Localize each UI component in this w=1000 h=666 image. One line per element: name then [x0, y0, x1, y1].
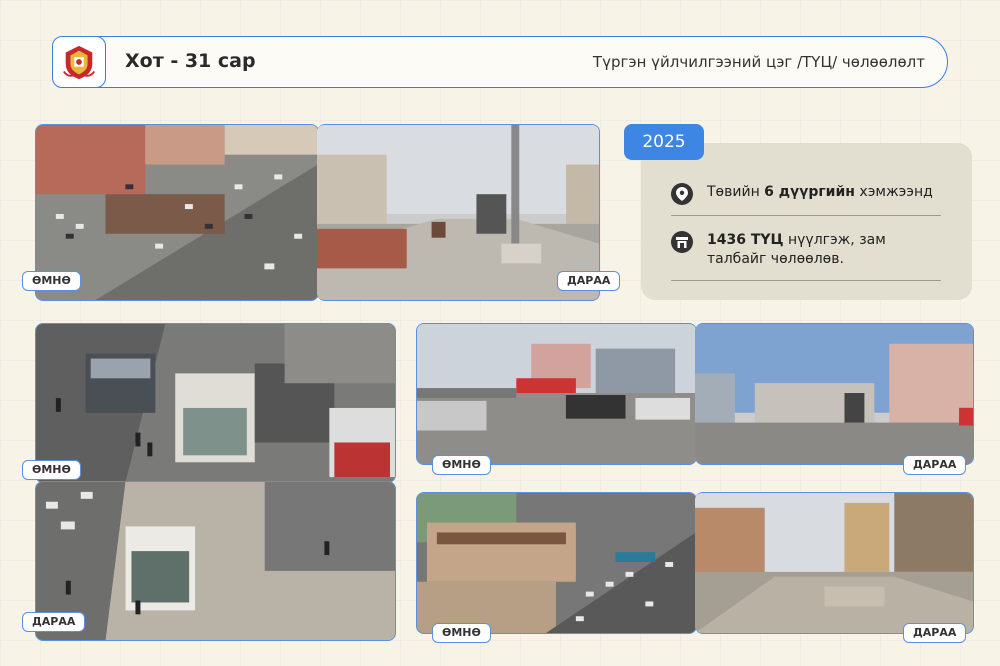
photo-before-4 [416, 492, 697, 634]
label-before-1: ӨМНӨ [22, 271, 81, 291]
label-after-3: ДАРАА [903, 455, 967, 475]
year-badge: 2025 [624, 124, 704, 160]
label-before-2: ӨМНӨ [22, 460, 81, 480]
header-bar: Хот - 31 сар Түргэн үйлчилгээний цэг /ТҮ… [52, 36, 948, 88]
photo-after-4 [695, 492, 974, 634]
label-after-1: ДАРАА [557, 271, 621, 291]
label-after-4: ДАРАА [903, 623, 967, 643]
label-before-4: ӨМНӨ [432, 623, 491, 643]
location-pin-icon [671, 183, 693, 205]
photo-before-3 [416, 323, 697, 465]
divider [671, 280, 941, 281]
photo-after-2 [35, 481, 396, 641]
label-after-2: ДАРАА [22, 612, 86, 632]
city-emblem-icon [52, 36, 106, 88]
divider [671, 215, 941, 216]
info-item-districts: Төвийн 6 дүүргийн хэмжээнд [671, 183, 933, 205]
label-before-3: ӨМНӨ [432, 455, 491, 475]
page-title: Хот - 31 сар [125, 50, 256, 72]
info-item-kiosks: 1436 ТҮЦ нүүлгэж, зам талбайг чөлөөлөв. [671, 231, 937, 269]
photo-before-2 [35, 323, 396, 483]
page-subtitle: Түргэн үйлчилгээний цэг /ТҮЦ/ чөлөөлөлт [592, 53, 925, 71]
photo-after-3 [695, 323, 974, 465]
info-panel: Төвийн 6 дүүргийн хэмжээнд 1436 ТҮЦ нүүл… [641, 143, 972, 300]
kiosk-icon [671, 231, 693, 253]
